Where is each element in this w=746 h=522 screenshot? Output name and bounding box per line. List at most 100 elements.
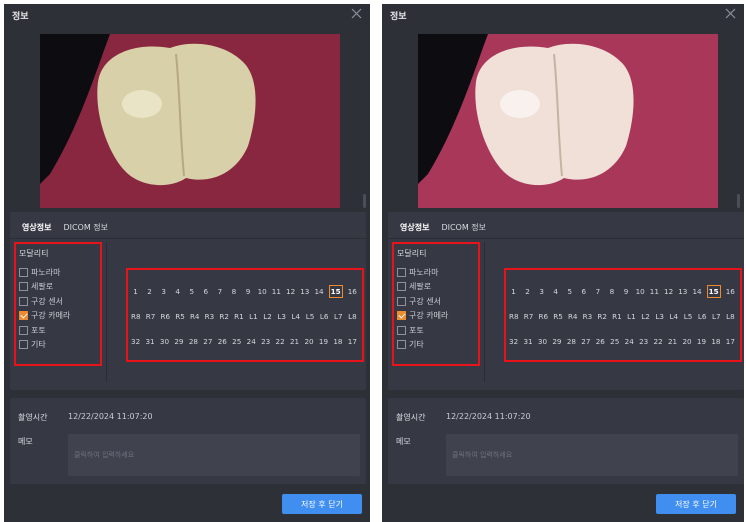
checkbox[interactable] (19, 267, 28, 277)
modality-option[interactable]: 구강 카메라 (397, 309, 478, 324)
tooth-number-selected[interactable]: 15 (328, 284, 343, 298)
tooth-number[interactable]: 6 (201, 286, 210, 297)
checkbox[interactable] (19, 340, 28, 350)
tooth-number[interactable]: L7 (334, 311, 343, 322)
memo-input[interactable] (68, 434, 360, 476)
tooth-number[interactable]: 11 (272, 286, 281, 297)
memo-field[interactable] (446, 434, 738, 476)
checkbox[interactable] (19, 296, 28, 306)
tooth-number[interactable]: L8 (348, 311, 357, 322)
tooth-number[interactable]: 3 (537, 286, 546, 297)
tooth-number[interactable]: 9 (244, 286, 253, 297)
tooth-number[interactable]: L7 (712, 311, 721, 322)
tooth-number[interactable]: L4 (291, 311, 301, 322)
modality-option[interactable]: 구강 센서 (19, 294, 100, 309)
tooth-number[interactable]: 32 (509, 336, 518, 347)
tooth-number[interactable]: 19 (697, 336, 706, 347)
tooth-number[interactable]: 32 (131, 336, 140, 347)
tooth-number[interactable]: L3 (277, 311, 286, 322)
modality-option[interactable]: 구강 센서 (397, 294, 478, 309)
tooth-number[interactable]: 18 (711, 336, 720, 347)
tooth-number[interactable]: 12 (286, 286, 295, 297)
tab-image-info[interactable]: 영상정보 (22, 222, 51, 233)
tooth-number[interactable]: 22 (276, 336, 285, 347)
tooth-number[interactable]: R3 (583, 311, 593, 322)
tooth-number[interactable]: 14 (692, 286, 701, 297)
tooth-number[interactable]: 29 (552, 336, 561, 347)
tooth-number[interactable]: 29 (174, 336, 183, 347)
tooth-number[interactable]: R2 (219, 311, 229, 322)
tooth-number[interactable]: 25 (610, 336, 619, 347)
close-icon[interactable] (724, 7, 737, 20)
modality-option[interactable]: 세팔로 (397, 280, 478, 295)
tooth-number[interactable]: L5 (684, 311, 693, 322)
tooth-number[interactable]: R4 (190, 311, 200, 322)
tooth-number[interactable]: 4 (551, 286, 560, 297)
tooth-number[interactable]: 26 (218, 336, 227, 347)
tooth-number[interactable]: L2 (641, 311, 650, 322)
memo-input[interactable] (446, 434, 738, 476)
tooth-number[interactable]: 8 (229, 286, 238, 297)
tooth-number[interactable]: 21 (668, 336, 677, 347)
tooth-number[interactable]: R1 (612, 311, 622, 322)
modality-option[interactable]: 포토 (397, 323, 478, 338)
tooth-number-selected[interactable]: 15 (706, 284, 721, 298)
tooth-number[interactable]: R2 (597, 311, 607, 322)
checkbox[interactable] (19, 282, 28, 292)
checkbox[interactable] (397, 267, 406, 277)
tooth-number[interactable]: 8 (607, 286, 616, 297)
tooth-number[interactable]: 12 (664, 286, 673, 297)
tooth-number[interactable]: 18 (333, 336, 342, 347)
checkbox-checked[interactable] (19, 311, 28, 321)
modality-option[interactable]: 파노라마 (19, 265, 100, 280)
modality-option[interactable]: 세팔로 (19, 280, 100, 295)
tooth-number[interactable]: 30 (160, 336, 169, 347)
checkbox[interactable] (397, 282, 406, 292)
close-icon[interactable] (350, 7, 363, 20)
tooth-number[interactable]: 30 (538, 336, 547, 347)
tooth-number[interactable]: R8 (509, 311, 519, 322)
tooth-number[interactable]: 21 (290, 336, 299, 347)
tooth-number[interactable]: 13 (678, 286, 687, 297)
tab-dicom-info[interactable]: DICOM 정보 (441, 222, 486, 233)
tooth-number[interactable]: 4 (173, 286, 182, 297)
tooth-number[interactable]: 20 (682, 336, 691, 347)
tooth-number[interactable]: 2 (523, 286, 532, 297)
checkbox[interactable] (397, 340, 406, 350)
tooth-number[interactable]: L1 (249, 311, 258, 322)
tooth-number[interactable]: R7 (146, 311, 156, 322)
tooth-number[interactable]: 25 (232, 336, 241, 347)
tooth-number[interactable]: 28 (189, 336, 198, 347)
scrollbar[interactable] (737, 194, 740, 208)
scrollbar[interactable] (363, 194, 366, 208)
tooth-number[interactable]: 11 (650, 286, 659, 297)
tooth-number[interactable]: 17 (726, 336, 735, 347)
tooth-number[interactable]: L1 (627, 311, 636, 322)
tooth-number[interactable]: R4 (568, 311, 578, 322)
save-and-close-button[interactable]: 저장 후 닫기 (656, 494, 736, 514)
tooth-number[interactable]: 13 (300, 286, 309, 297)
modality-option[interactable]: 구강 카메라 (19, 309, 100, 324)
tooth-number[interactable]: R7 (524, 311, 534, 322)
tooth-number[interactable]: 9 (622, 286, 631, 297)
tab-dicom-info[interactable]: DICOM 정보 (63, 222, 108, 233)
tooth-number[interactable]: 28 (567, 336, 576, 347)
tooth-number[interactable]: 22 (654, 336, 663, 347)
tooth-number[interactable]: L3 (655, 311, 664, 322)
tooth-number[interactable]: 24 (247, 336, 256, 347)
tooth-number[interactable]: 26 (596, 336, 605, 347)
tooth-number[interactable]: L4 (669, 311, 679, 322)
save-and-close-button[interactable]: 저장 후 닫기 (282, 494, 362, 514)
modality-option[interactable]: 기타 (19, 338, 100, 353)
tooth-number[interactable]: 5 (187, 286, 196, 297)
tooth-number[interactable]: R6 (538, 311, 548, 322)
tooth-number[interactable]: 19 (319, 336, 328, 347)
tooth-number[interactable]: L6 (320, 311, 329, 322)
tooth-number[interactable]: 7 (593, 286, 602, 297)
tooth-number[interactable]: 23 (639, 336, 648, 347)
tooth-number[interactable]: 27 (203, 336, 212, 347)
tooth-number[interactable]: 16 (726, 286, 735, 297)
tooth-number[interactable]: 7 (215, 286, 224, 297)
tooth-number[interactable]: R3 (205, 311, 215, 322)
modality-option[interactable]: 기타 (397, 338, 478, 353)
